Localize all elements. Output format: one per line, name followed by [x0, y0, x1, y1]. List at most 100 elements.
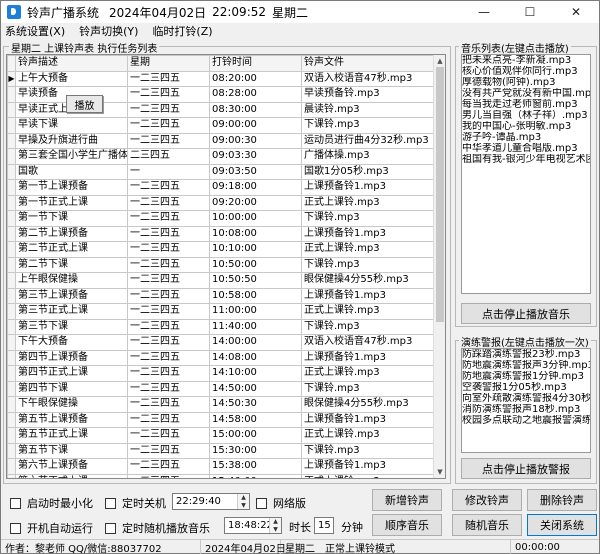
sequential-music-button[interactable]: 顺序音乐 — [372, 514, 442, 536]
table-row[interactable]: 第三套全国小学生广播体操 二三四五 09:03:30 广播体操.mp3 — [7, 148, 436, 165]
table-row[interactable]: 第三节上课预备 一二三四五 10:58:00 上课预备铃1.mp3 — [7, 287, 436, 304]
table-row[interactable]: 上午眼保健操 一二三四五 10:50:50 眼保健操4分55秒.mp3 — [7, 272, 436, 289]
menu-bell-switch[interactable]: 铃声切换(Y) — [79, 23, 138, 39]
table-row[interactable]: 第五节正式上课 一二三四五 15:00:00 正式上课铃.mp3 — [7, 427, 436, 444]
drill-list-item[interactable]: 校园多点联动之地震报警演练.mp3 — [462, 415, 590, 426]
network-edition-checkbox[interactable]: 网络版 — [256, 495, 306, 511]
drill-list-item[interactable]: 防地震演练警报声3分钟.mp3 — [462, 360, 590, 371]
table-row[interactable]: 第一节上课预备 一二三四五 09:18:00 上课预备铃1.mp3 — [7, 179, 436, 196]
music-list-item[interactable]: 厚德载物(阿钟).mp3 — [462, 77, 590, 88]
table-row[interactable]: 第二节上课预备 一二三四五 10:08:00 上课预备铃1.mp3 — [7, 225, 436, 242]
row-header[interactable] — [7, 256, 16, 273]
music-list-item[interactable]: 没有共产党就没有新中国.mp3 — [462, 88, 590, 99]
table-row[interactable]: 第一节正式上课 一二三四五 09:20:00 正式上课铃.mp3 — [7, 194, 436, 211]
music-list-item[interactable]: 核心价值观伴你同行.mp3 — [462, 66, 590, 77]
delete-bell-button[interactable]: 删除铃声 — [527, 489, 597, 511]
minimize-icon[interactable]: — — [461, 1, 507, 23]
row-header[interactable] — [7, 179, 16, 196]
table-row[interactable]: 下午大预备 一二三四五 14:00:00 双语入校语音47秒.mp3 — [7, 334, 436, 351]
table-row[interactable]: 第五节下课 一二三四五 15:30:00 下课铃.mp3 — [7, 442, 436, 459]
menu-system-settings[interactable]: 系统设置(X) — [5, 23, 65, 39]
table-row[interactable]: 第五节上课预备 一二三四五 14:58:00 上课预备铃1.mp3 — [7, 411, 436, 428]
drill-list-item[interactable]: 消防演练警报声18秒.mp3 — [462, 404, 590, 415]
column-header-description[interactable]: 铃声描述 — [15, 55, 128, 72]
shutdown-time-field[interactable]: 22:29:40 ▲ ▼ — [172, 493, 250, 510]
column-header-weekday[interactable]: 星期 — [127, 55, 210, 72]
row-header[interactable] — [7, 148, 16, 165]
row-header[interactable] — [7, 241, 16, 258]
row-header[interactable] — [7, 210, 16, 227]
table-row[interactable]: 第二节正式上课 一二三四五 10:10:00 正式上课铃.mp3 — [7, 241, 436, 258]
row-header[interactable] — [7, 458, 16, 475]
close-system-button[interactable]: 关闭系统 — [527, 514, 597, 536]
row-header[interactable] — [7, 272, 16, 289]
checkbox-box[interactable] — [256, 497, 267, 509]
new-bell-button[interactable]: 新增铃声 — [372, 489, 442, 511]
bell-schedule-table[interactable]: 铃声描述 星期 打铃时间 铃声文件 ▶ 上午大预备 一二三四五 08:20:00 双语入… — [6, 54, 446, 479]
music-list-item[interactable]: 每当我走过老师窗前.mp3 — [462, 99, 590, 110]
close-icon[interactable]: ✕ — [553, 1, 599, 23]
shutdown-time-spinner[interactable]: ▲ ▼ — [237, 494, 249, 509]
drill-list-item[interactable]: 防踩踏演练警报23秒.mp3 — [462, 349, 590, 360]
music-list-item[interactable]: 把未来点亮-李新凝.mp3 — [462, 55, 590, 66]
scroll-down-arrow-icon[interactable]: ▼ — [434, 466, 445, 478]
row-header[interactable] — [7, 163, 16, 180]
drill-list-item[interactable]: 空袭警报1分05秒.mp3 — [462, 382, 590, 393]
table-row[interactable]: ▶ 上午大预备 一二三四五 08:20:00 双语入校语音47秒.mp3 — [7, 70, 436, 87]
row-header[interactable] — [7, 101, 16, 118]
auto-start-checkbox[interactable]: 开机自动运行 — [10, 520, 93, 536]
column-header-time[interactable]: 打铃时间 — [209, 55, 302, 72]
row-header[interactable] — [7, 396, 16, 413]
row-header[interactable] — [7, 318, 16, 335]
row-header[interactable] — [7, 411, 16, 428]
scroll-thumb[interactable] — [436, 67, 444, 322]
table-row[interactable]: 第六节正式上课一二三四五15:40:00正式上课铃.mp3 — [7, 473, 436, 478]
checkbox-box[interactable] — [105, 522, 116, 534]
row-header[interactable] — [7, 117, 16, 134]
row-header[interactable] — [7, 380, 16, 397]
maximize-icon[interactable]: ☐ — [507, 1, 553, 23]
table-row[interactable]: 第六节上课预备 一二三四五 15:38:00 上课预备铃1.mp3 — [7, 458, 436, 475]
random-music-time-field[interactable]: 18:48:22 ▲ ▼ — [224, 517, 282, 534]
table-row[interactable]: 第四节正式上课 一二三四五 14:10:00 正式上课铃.mp3 — [7, 365, 436, 382]
table-row[interactable]: 国歌一 09:03:50 国歌1分05秒.mp3 — [7, 163, 436, 180]
row-header[interactable] — [7, 349, 16, 366]
row-header[interactable] — [7, 442, 16, 459]
table-row[interactable]: 早操及升旗进行曲 一二三四五 09:00:30 运动员进行曲4分32秒.mp3 — [7, 132, 436, 149]
scroll-up-arrow-icon[interactable]: ▲ — [434, 55, 445, 67]
row-header[interactable] — [7, 194, 16, 211]
music-list-item[interactable]: 祖国有我-银河少年电视艺术团.mp3 — [462, 154, 590, 165]
row-header[interactable] — [7, 132, 16, 149]
stop-music-button[interactable]: 点击停止播放音乐 — [461, 303, 591, 324]
music-list-item[interactable]: 中华孝道儿童合唱版.mp3 — [462, 143, 590, 154]
row-header[interactable] — [7, 427, 16, 444]
music-list-item[interactable]: 男儿当自强（林子祥）.mp3 — [462, 110, 590, 121]
table-vertical-scrollbar[interactable]: ▲ ▼ — [433, 55, 445, 478]
table-row[interactable]: 第一节下课 一二三四五 10:00:00 下课铃.mp3 — [7, 210, 436, 227]
table-row[interactable]: 第四节下课 一二三四五 14:50:00 下课铃.mp3 — [7, 380, 436, 397]
random-music-time-spinner[interactable]: ▲ ▼ — [269, 518, 281, 533]
timed-shutdown-checkbox[interactable]: 定时关机 — [105, 495, 166, 511]
row-header[interactable] — [7, 287, 16, 304]
table-row[interactable]: 第二节下课 一二三四五 10:50:00 下课铃.mp3 — [7, 256, 436, 273]
row-header[interactable] — [7, 86, 16, 103]
checkbox-box[interactable] — [10, 497, 21, 509]
drill-list-item[interactable]: 向室外疏散演练警报4分30秒.mp3 — [462, 393, 590, 404]
checkbox-box[interactable] — [105, 497, 116, 509]
duration-field[interactable]: 15 — [314, 517, 334, 534]
auto-minimize-checkbox[interactable]: 启动时最小化 — [10, 495, 93, 511]
table-row[interactable]: 下午眼保健操 一二三四五 14:50:30 眼保健操4分55秒.mp3 — [7, 396, 436, 413]
music-list-item[interactable]: 游子吟-谭晶.mp3 — [462, 132, 590, 143]
row-header[interactable] — [7, 225, 16, 242]
drill-list-item[interactable]: 防地震演练警报1分钟.mp3 — [462, 371, 590, 382]
music-list-item[interactable]: 我的中国心-张明敏.mp3 — [462, 121, 590, 132]
stop-alarm-button[interactable]: 点击停止播放警报 — [461, 458, 591, 479]
edit-bell-button[interactable]: 修改铃声 — [452, 489, 522, 511]
random-music-button[interactable]: 随机音乐 — [452, 514, 522, 536]
row-header[interactable] — [7, 303, 16, 320]
row-header[interactable]: ▶ — [7, 70, 16, 87]
play-popup-button[interactable]: 播放 — [66, 95, 103, 113]
table-row[interactable]: 第三节正式上课 一二三四五 11:00:00 正式上课铃.mp3 — [7, 303, 436, 320]
checkbox-box[interactable] — [10, 522, 21, 534]
table-row[interactable]: 第三节下课 一二三四五 11:40:00 下课铃.mp3 — [7, 318, 436, 335]
